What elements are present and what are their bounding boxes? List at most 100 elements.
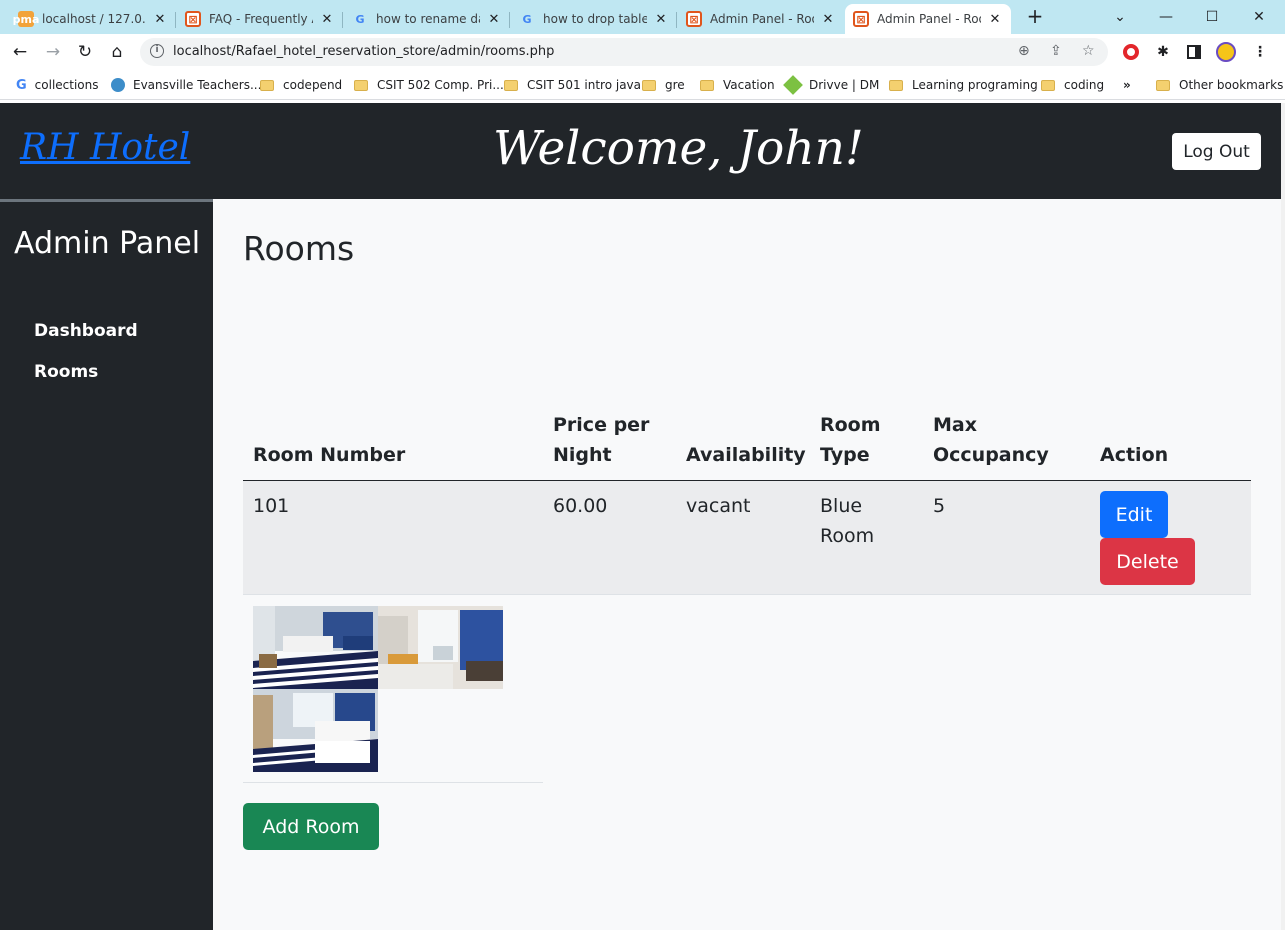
sidebar-title: Admin Panel [14,226,201,261]
bookmarks-bar: Gcollections Evansville Teachers... code… [0,70,1285,100]
edit-room-button[interactable]: Edit [1100,491,1168,538]
bookmark-label: codepend [283,78,343,92]
share-icon[interactable]: ⇪ [1050,43,1062,59]
column-header-line: Price per [553,414,650,436]
reload-icon[interactable]: ↻ [73,40,97,64]
column-header-line: Availability [686,444,806,466]
address-url[interactable]: localhost/Rafael_hotel_reservation_store… [173,44,554,59]
close-icon[interactable]: ✕ [987,12,1003,27]
sidebar-item-dashboard[interactable]: Dashboard [34,321,138,341]
more-bookmarks-icon[interactable]: » [1123,77,1131,93]
folder-icon [1156,79,1170,91]
welcome-heading: Welcome, John! [493,121,864,176]
column-header-line: Room Number [253,444,406,466]
opera-extension-icon[interactable] [1121,42,1141,62]
credit-union-icon [111,78,125,92]
tab-search-icon[interactable]: ⌄ [1097,0,1143,34]
add-room-button[interactable]: Add Room [243,803,379,850]
column-header-availability: Availability [686,410,806,470]
browser-tab[interactable]: G how to drop table in ✕ [511,4,677,34]
xampp-icon: ⊠ [185,11,201,27]
site-info-icon[interactable]: i [150,44,164,58]
side-panel-icon[interactable] [1184,42,1204,62]
xampp-icon: ⊠ [686,11,702,27]
bookmark-item[interactable]: Learning programing [889,77,1038,93]
column-header-line: Room [820,414,881,436]
browser-tab[interactable]: ⊠ FAQ - Frequently Asked ✕ [177,4,343,34]
column-header-room-type: Room Type [820,410,881,470]
column-header-line [686,410,806,440]
extensions-puzzle-icon[interactable]: ✱ [1153,42,1173,62]
bookmark-item[interactable]: Vacation [700,77,775,93]
cell-room-type-line: Blue [820,495,863,517]
bookmark-label: gre [665,78,685,92]
cell-availability: vacant [686,495,751,517]
browser-tab-title: FAQ - Frequently Asked [209,12,313,26]
room-photo [378,606,503,689]
bookmark-label: collections [34,78,99,92]
browser-tab-title: localhost / 127.0.0.1 [42,12,146,26]
column-header-line: Night [553,444,612,466]
bookmark-label: Evansville Teachers... [133,78,262,92]
close-icon[interactable]: ✕ [486,12,502,27]
bookmark-label: Learning programing [912,78,1038,92]
xampp-icon: ⊠ [853,11,869,27]
minimize-icon[interactable]: — [1143,0,1189,34]
menu-kebab-icon[interactable]: ⋮ [1250,42,1270,62]
bookmark-item[interactable]: coding [1041,77,1104,93]
top-navbar: RH Hotel Welcome, John! Log Out [0,103,1281,199]
logout-button[interactable]: Log Out [1172,133,1261,170]
browser-tab-title: how to drop table in [543,12,647,26]
bookmark-item[interactable]: Drivve | DM [783,75,880,95]
back-icon[interactable]: ← [8,40,32,64]
close-icon[interactable]: ✕ [319,12,335,27]
drivve-icon [783,75,803,95]
close-icon[interactable]: ✕ [653,12,669,27]
admin-sidebar: Admin Panel Dashboard Rooms [0,199,213,930]
browser-tab[interactable]: G how to rename database ✕ [344,4,510,34]
column-header-line: Action [1100,444,1169,466]
folder-icon [889,79,903,91]
folder-icon [354,79,368,91]
bookmark-label: Drivve | DM [809,78,880,92]
bookmark-item[interactable]: Gcollections [16,77,99,93]
delete-room-button[interactable]: Delete [1100,538,1195,585]
maximize-icon[interactable]: ☐ [1189,0,1235,34]
page-title: Rooms [243,229,355,268]
bookmark-item[interactable]: gre [642,77,685,93]
bookmark-item[interactable]: codepend [260,77,342,93]
room-photo [253,689,378,772]
profile-avatar-icon[interactable] [1216,42,1236,62]
close-icon[interactable]: ✕ [152,12,168,27]
phpmyadmin-icon: pma [12,11,40,27]
bookmark-item[interactable]: CSIT 502 Comp. Pri... [354,77,504,93]
cell-room-type: Blue Room [820,491,874,551]
column-header-line: Type [820,444,870,466]
bookmark-label: CSIT 502 Comp. Pri... [377,78,504,92]
brand-link[interactable]: RH Hotel [20,127,190,168]
sidebar-item-rooms[interactable]: Rooms [34,362,98,382]
close-icon[interactable]: ✕ [820,12,836,27]
browser-toolbar: ← → ↻ ⌂ i localhost/Rafael_hotel_reserva… [0,34,1285,70]
bookmark-item[interactable]: CSIT 501 intro java [504,77,641,93]
forward-icon[interactable]: → [41,40,65,64]
page-viewport: RH Hotel Welcome, John! Log Out Admin Pa… [0,103,1285,930]
folder-icon [260,79,274,91]
browser-tab[interactable]: pma localhost / 127.0.0.1 ✕ [10,4,176,34]
window-close-icon[interactable]: ✕ [1236,0,1282,34]
browser-tab-title: Admin Panel - Rooms [710,12,814,26]
bookmark-star-icon[interactable]: ☆ [1082,43,1095,59]
zoom-icon[interactable]: ⊕ [1018,43,1030,59]
new-tab-icon[interactable]: + [1024,6,1046,28]
home-icon[interactable]: ⌂ [105,40,129,64]
column-header-line: Occupancy [933,444,1049,466]
address-bar[interactable]: i localhost/Rafael_hotel_reservation_sto… [140,38,1108,66]
browser-tab-active[interactable]: ⊠ Admin Panel - Rooms ✕ [845,4,1011,34]
other-bookmarks[interactable]: Other bookmarks [1156,77,1283,93]
google-icon: G [522,12,532,26]
bookmark-item[interactable]: Evansville Teachers... [111,77,261,93]
browser-tab[interactable]: ⊠ Admin Panel - Rooms ✕ [678,4,844,34]
page-scrollbar[interactable] [1281,103,1285,930]
google-icon: G [355,12,365,26]
cell-room-number: 101 [253,495,290,517]
